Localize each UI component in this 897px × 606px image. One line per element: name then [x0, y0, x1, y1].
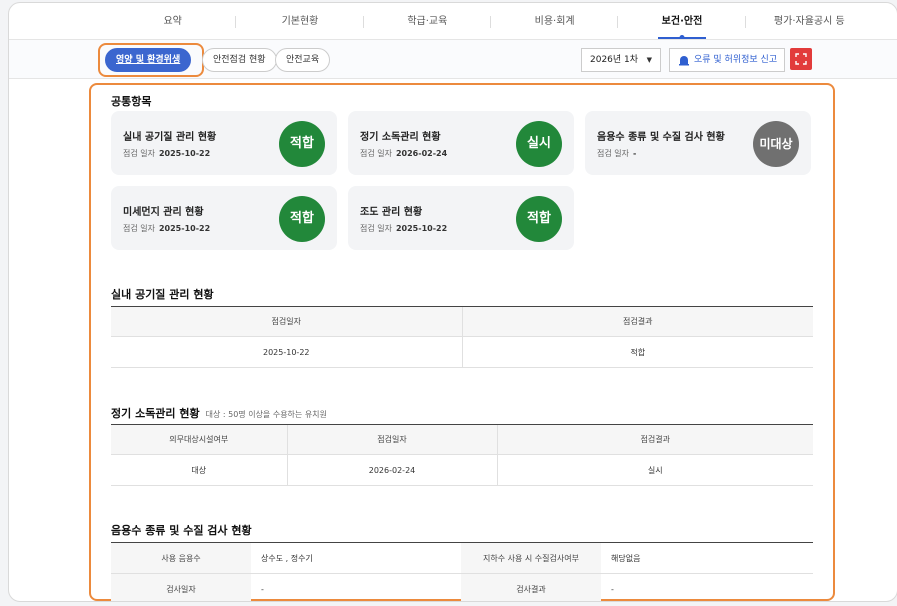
date-value: 2026-02-24 [395, 149, 448, 158]
column-header: 점검결과 [496, 424, 813, 455]
tab-health-safety[interactable]: 보건·안전 [618, 11, 746, 40]
table-key: 검사일자 [111, 573, 251, 601]
tab-label: 평가·자율공시 등 [773, 16, 845, 27]
date-value: 2025-10-22 [395, 224, 448, 233]
table-row: 대상 2026-02-24 실시 [111, 454, 813, 486]
table-value: 해당없음 [601, 542, 813, 574]
table-cell: 적합 [461, 336, 813, 368]
table-row: 검사일자 - 검사결과 - [111, 573, 813, 601]
tab-label: 기본현황 [281, 16, 319, 27]
term-select-value: 2026년 1차 [590, 55, 639, 65]
tab-label: 비용·회계 [534, 16, 575, 27]
report-error-button[interactable]: 오류 및 허위정보 신고 [669, 48, 785, 72]
table-cell: 2026-02-24 [286, 454, 497, 486]
table-cell: 실시 [496, 454, 813, 486]
app-frame: 요약 기본현황 학급·교육 비용·회계 보건·안전 평가·자율공시 등 영양 및… [8, 2, 897, 602]
card-title: 정기 소독관리 현황 [360, 132, 441, 143]
tab-label: 보건·안전 [661, 16, 703, 27]
subtab-safety-education[interactable]: 안전교육 [275, 48, 331, 72]
date-label: 점검 일자 [360, 149, 392, 158]
table-cell: 대상 [111, 454, 287, 486]
report-button-label: 오류 및 허위정보 신고 [694, 55, 778, 65]
water-table: 사용 음용수 상수도 , 정수기 지하수 사용 시 수질검사여부 해당없음 검사… [111, 542, 813, 601]
status-badge: 적합 [279, 121, 325, 167]
tab-summary[interactable]: 요약 [109, 11, 237, 35]
sub-tab-bar: 영양 및 환경위생 안전점검 현황 안전교육 2026년 1차 ▼ 오류 및 허… [9, 39, 897, 79]
expand-button[interactable] [790, 48, 812, 70]
table-value: - [251, 573, 461, 601]
card-title: 실내 공기질 관리 현황 [123, 132, 217, 143]
column-header: 점검일자 [286, 424, 497, 455]
card-disinfection: 정기 소독관리 현황 점검 일자 2026-02-24 실시 [348, 111, 574, 175]
table-row: 사용 음용수 상수도 , 정수기 지하수 사용 시 수질검사여부 해당없음 [111, 542, 813, 574]
date-label: 점검 일자 [123, 149, 155, 158]
top-nav: 요약 기본현황 학급·교육 비용·회계 보건·안전 평가·자율공시 등 [9, 11, 897, 40]
table-row: 2025-10-22 적합 [111, 336, 813, 368]
siren-icon [679, 56, 689, 66]
card-date: 점검 일자 2026-02-24 [360, 148, 447, 159]
column-header: 점검일자 [111, 306, 462, 337]
tab-evaluation[interactable]: 평가·자율공시 등 [746, 11, 873, 35]
card-illumination: 조도 관리 현황 점검 일자 2025-10-22 적합 [348, 186, 574, 250]
section-title-disinfection: 정기 소독관리 현황 대상 : 50명 이상을 수용하는 유치원 [111, 405, 327, 421]
card-date: 점검 일자 - [597, 148, 636, 159]
date-label: 점검 일자 [597, 149, 629, 158]
column-header: 의무대상시설여부 [111, 424, 287, 455]
table-value: 상수도 , 정수기 [251, 542, 461, 574]
term-select[interactable]: 2026년 1차 ▼ [581, 48, 661, 72]
tab-label: 요약 [163, 16, 182, 27]
tab-cost-accounting[interactable]: 비용·회계 [491, 11, 619, 35]
tab-label: 학급·교육 [407, 16, 448, 27]
date-value: 2025-10-22 [158, 149, 211, 158]
air-quality-table: 점검일자 점검결과 2025-10-22 적합 [111, 306, 813, 368]
table-key: 검사결과 [461, 573, 601, 601]
date-value: 2025-10-22 [158, 224, 211, 233]
section-note: 대상 : 50명 이상을 수용하는 유치원 [205, 410, 327, 419]
table-key: 지하수 사용 시 수질검사여부 [461, 542, 601, 574]
column-header: 점검결과 [461, 306, 813, 337]
expand-icon [795, 53, 807, 65]
table-cell: 2025-10-22 [111, 336, 462, 368]
section-title-water: 음용수 종류 및 수질 검사 현황 [111, 524, 252, 537]
subtab-nutrition-hygiene[interactable]: 영양 및 환경위생 [105, 48, 192, 72]
section-title-text: 정기 소독관리 현황 [111, 407, 200, 420]
date-label: 점검 일자 [360, 224, 392, 233]
card-date: 점검 일자 2025-10-22 [360, 223, 447, 234]
tab-basic-status[interactable]: 기본현황 [236, 11, 364, 35]
tab-class-education[interactable]: 학급·교육 [364, 11, 492, 35]
status-badge: 미대상 [753, 121, 799, 167]
section-title-common: 공통항목 [111, 95, 152, 108]
subtab-safety-inspection[interactable]: 안전점검 현황 [202, 48, 277, 72]
content-highlight-box: 공통항목 실내 공기질 관리 현황 점검 일자 2025-10-22 적합 정기 … [89, 83, 835, 601]
card-title: 음용수 종류 및 수질 검사 현황 [597, 132, 725, 143]
card-title: 미세먼지 관리 현황 [123, 207, 204, 218]
disinfection-table: 의무대상시설여부 점검일자 점검결과 대상 2026-02-24 실시 [111, 424, 813, 486]
date-label: 점검 일자 [123, 224, 155, 233]
table-key: 사용 음용수 [111, 542, 251, 574]
status-badge: 실시 [516, 121, 562, 167]
status-badge: 적합 [516, 196, 562, 242]
chevron-down-icon: ▼ [646, 56, 652, 64]
table-value: - [601, 573, 813, 601]
section-title-air: 실내 공기질 관리 현황 [111, 288, 214, 301]
card-air-quality: 실내 공기질 관리 현황 점검 일자 2025-10-22 적합 [111, 111, 337, 175]
card-title: 조도 관리 현황 [360, 207, 423, 218]
card-fine-dust: 미세먼지 관리 현황 점검 일자 2025-10-22 적합 [111, 186, 337, 250]
date-value: - [632, 149, 637, 158]
status-badge: 적합 [279, 196, 325, 242]
card-date: 점검 일자 2025-10-22 [123, 223, 210, 234]
card-drinking-water: 음용수 종류 및 수질 검사 현황 점검 일자 - 미대상 [585, 111, 811, 175]
card-date: 점검 일자 2025-10-22 [123, 148, 210, 159]
